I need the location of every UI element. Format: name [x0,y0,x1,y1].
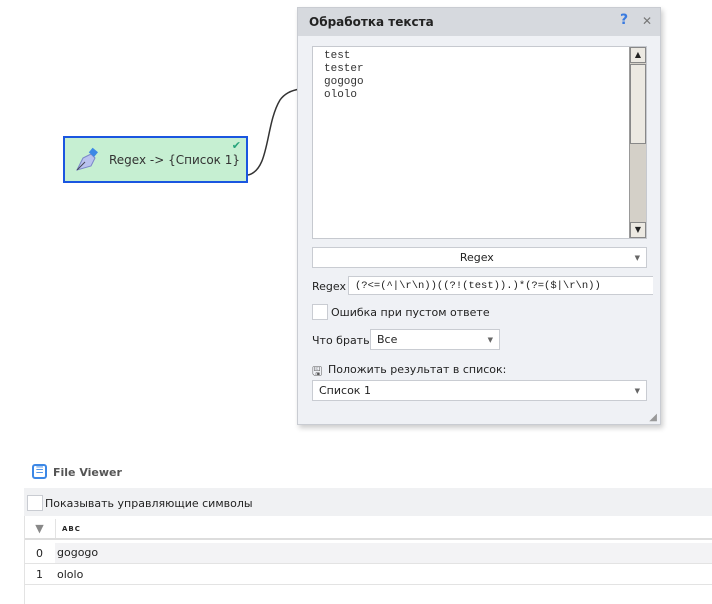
text-line: tester [324,63,364,75]
row-index: 1 [36,567,43,581]
help-icon[interactable]: ? [620,12,628,28]
text-line: gogogo [324,76,364,88]
save-to-list-label: Положить результат в список: [328,363,507,376]
mode-value: Regex [459,251,494,264]
node-label: Regex -> {Список 1} [109,152,241,167]
resize-grip-icon[interactable]: ◢ [649,412,657,423]
panel-title: Обработка текста [309,15,434,29]
take-label: Что брать [312,334,370,347]
scroll-thumb[interactable] [630,64,646,144]
text-column-header[interactable]: ABC [55,519,81,538]
regex-action-node[interactable]: Regex -> {Список 1} ✔ [63,136,248,183]
regex-input[interactable]: (?<=(^|\r\n))((?!(test)).)*(?=($|\r\n)) [348,276,653,295]
list-dropdown[interactable]: Список 1 ▼ [312,380,647,401]
panel-title-bar: Обработка текста ? ✕ [298,8,660,36]
table-header: ▼ ABC [24,519,712,540]
show-control-chars-label: Показывать управляющие символы [45,497,253,510]
mode-dropdown[interactable]: Regex ▼ [312,247,647,268]
error-on-empty-label: Ошибка при пустом ответе [331,306,490,319]
chevron-down-icon: ▼ [634,386,640,395]
pen-icon [76,147,98,171]
row-value: ololo [57,567,84,581]
chevron-down-icon: ▼ [634,253,640,262]
close-icon[interactable]: ✕ [642,14,652,28]
filter-icon[interactable]: ▼ [24,522,55,535]
check-icon: ✔ [231,139,241,152]
scroll-up-button[interactable]: ▲ [630,47,646,63]
file-viewer-title: File Viewer [53,466,122,479]
table-row[interactable]: 0 gogogo [24,543,712,564]
text-line: ololo [324,89,358,101]
take-dropdown[interactable]: Все ▼ [370,329,500,350]
abc-icon: ABC [62,525,81,533]
table-row[interactable]: 1 ololo [24,564,712,585]
list-icon: ☰ [32,464,47,479]
table-left-border [24,516,25,604]
scroll-down-button[interactable]: ▼ [630,222,646,238]
row-value: gogogo [55,543,712,563]
show-control-chars-checkbox[interactable] [27,495,43,511]
regex-label: Regex [312,280,346,293]
viewer-toolbar: Показывать управляющие символы [24,488,712,516]
text-line: test [324,50,351,62]
input-text-area[interactable]: test tester gogogo ololo ▲ ▼ [312,46,647,239]
vertical-scrollbar[interactable]: ▲ ▼ [629,47,646,238]
chevron-down-icon: ▼ [487,335,493,344]
connector-line [247,88,301,176]
error-on-empty-checkbox[interactable] [312,304,328,320]
list-value: Список 1 [319,384,371,397]
row-index: 0 [36,546,43,560]
text-processing-panel: Обработка текста ? ✕ test tester gogogo … [297,7,661,425]
take-value: Все [377,333,398,346]
